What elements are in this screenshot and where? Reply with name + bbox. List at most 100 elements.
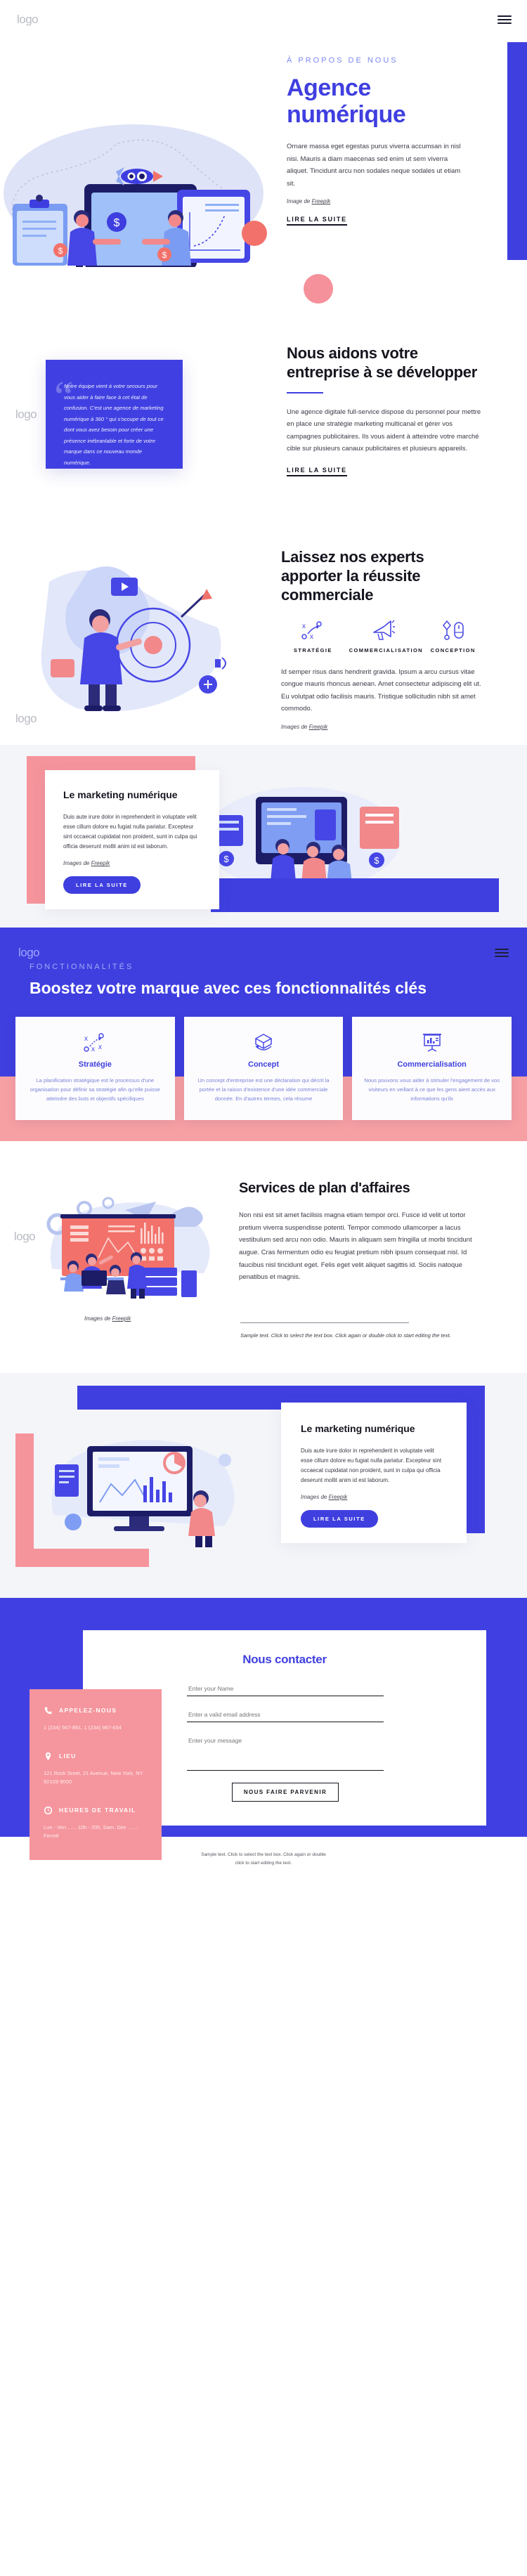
- phone-icon: [44, 1707, 52, 1715]
- quote-section: logo “ Notre équipe vient à votre secour…: [0, 309, 527, 541]
- feature-title-strategy: Stratégie: [78, 1060, 112, 1069]
- quote-card: “ Notre équipe vient à votre secours pou…: [46, 360, 183, 469]
- contact-info-phone-head: APPELEZ-NOUS: [44, 1706, 148, 1715]
- freepik-link[interactable]: Freepik: [312, 198, 331, 204]
- name-input[interactable]: [187, 1681, 384, 1696]
- location-pin-icon: [45, 1752, 51, 1761]
- freepik-link[interactable]: Freepik: [309, 724, 328, 730]
- logo[interactable]: logo: [17, 13, 39, 27]
- marketing-read-more-button-1[interactable]: LIRE LA SUITE: [63, 876, 141, 895]
- svg-text:$: $: [58, 246, 63, 256]
- freepik-link[interactable]: Freepik: [329, 1494, 348, 1500]
- marketing-body-2: Duis aute irure dolor in reprehenderit i…: [301, 1448, 442, 1484]
- services-copy: Services de plan d'affaires Non nisi est…: [239, 1180, 485, 1284]
- contact-section: Nous contacter NOUS FAIRE PARVENIR APPEL…: [0, 1597, 527, 1860]
- strategy-icon: x x x: [25, 1031, 165, 1055]
- experts-illustration: [21, 554, 253, 719]
- message-input[interactable]: [187, 1733, 384, 1771]
- divider-line: [240, 1322, 409, 1323]
- logo[interactable]: logo: [14, 1230, 36, 1244]
- pink-accent-left: [27, 756, 45, 904]
- features-head: FONCTIONNALITÉS Boostez votre marque ave…: [0, 960, 527, 998]
- services-sample-text: Sample text. Click to select the text bo…: [240, 1332, 451, 1339]
- blue-accent-right: [467, 1385, 485, 1533]
- contact-info-hours-value: Lun - Ven ...... 10h - 20h, Sam, Dim ...…: [44, 1823, 138, 1839]
- quote-read-more-button[interactable]: LIRE LA SUITE: [287, 467, 347, 476]
- strategy-icon: x x: [301, 621, 323, 641]
- marketing-section-1: $ $ Le marketing numérique Duis aute iru…: [0, 745, 527, 928]
- feature-card-marketing[interactable]: Commercialisation Nous pouvons vous aide…: [352, 1016, 512, 1120]
- logo[interactable]: logo: [15, 712, 37, 726]
- freepik-link[interactable]: Freepik: [112, 1315, 131, 1322]
- blue-accent-bar: [211, 878, 499, 912]
- feature-body-strategy: La planification stratégique est le proc…: [30, 1076, 160, 1102]
- services-illustration: [41, 1192, 230, 1304]
- feature-body-concept: Un concept d'entreprise est une déclarat…: [197, 1076, 330, 1102]
- marketing-title-1: Le marketing numérique: [63, 789, 178, 800]
- logo[interactable]: logo: [18, 946, 40, 960]
- marketing-card-1: Le marketing numérique Duis aute irure d…: [45, 770, 219, 910]
- presentation-chart-icon: [362, 1031, 502, 1055]
- svg-text:$: $: [114, 217, 120, 229]
- features-heading: Boostez votre marque avec ces fonctionna…: [30, 979, 427, 997]
- hero-illustration: $ $ $: [0, 105, 274, 267]
- feature-body-marketing: Nous pouvons vous aider à stimuler l'eng…: [364, 1076, 500, 1102]
- cube-rotate-icon: [194, 1031, 334, 1055]
- contact-info-location-title: LIEU: [59, 1752, 77, 1760]
- contact-info-hours-title: HEURES DE TRAVAIL: [59, 1807, 136, 1814]
- svg-text:x: x: [98, 1043, 102, 1051]
- hero-body: Ornare massa eget egestas purus viverra …: [287, 143, 461, 188]
- feature-title-marketing: Commercialisation: [397, 1060, 467, 1069]
- contact-info-hours: HEURES DE TRAVAIL Lun - Ven ...... 10h -…: [44, 1806, 148, 1840]
- contact-title: Nous contacter: [242, 1652, 327, 1666]
- page-title: Agence numérique: [287, 74, 406, 129]
- footer-line-2: click to start editing the text.: [235, 1860, 292, 1866]
- hero-copy: À PROPOS DE NOUS Agence numérique Ornare…: [287, 56, 462, 226]
- experts-body: Id semper risus dans hendrerit gravida. …: [281, 668, 481, 713]
- hamburger-menu-icon[interactable]: [497, 13, 512, 26]
- features-topbar: logo: [0, 946, 527, 960]
- contact-fields: NOUS FAIRE PARVENIR: [187, 1681, 384, 1802]
- design-mouse-icon: [442, 620, 464, 641]
- feature-card-concept[interactable]: Concept Un concept d'entreprise est une …: [183, 1016, 344, 1120]
- svg-text:x: x: [84, 1035, 88, 1043]
- marketing-card-2: Le marketing numérique Duis aute irure d…: [281, 1402, 467, 1544]
- services-heading: Services de plan d'affaires: [239, 1180, 410, 1196]
- marketing-credit-prefix-2: Images de: [301, 1494, 329, 1501]
- svg-text:$: $: [162, 250, 167, 260]
- feature-card-strategy[interactable]: x x x Stratégie La planification stratég…: [15, 1016, 175, 1120]
- services-image-credit: Images de Freepik: [84, 1315, 131, 1322]
- experts-item-marketing[interactable]: COMMERCIALISATION: [349, 620, 423, 654]
- experts-icon-row: x x STRATÉGIE COMMERCIALISATION CONCEPTI…: [281, 620, 485, 654]
- hero-blue-accent-bar: [507, 42, 527, 260]
- experts-label-design: CONCEPTION: [430, 647, 476, 654]
- experts-credit-prefix: Images de: [281, 723, 309, 730]
- email-input[interactable]: [187, 1707, 384, 1722]
- submit-button[interactable]: NOUS FAIRE PARVENIR: [231, 1782, 339, 1802]
- hero-section: logo $ $ $ À PROPOS DE NOUS Agence numér…: [0, 0, 527, 309]
- hero-credit-prefix: Image de: [287, 198, 312, 205]
- features-cards: x x x Stratégie La planification stratég…: [0, 998, 527, 1120]
- contact-info-location-head: LIEU: [44, 1752, 148, 1761]
- hero-read-more-button[interactable]: LIRE LA SUITE: [287, 216, 347, 226]
- experts-label-marketing: COMMERCIALISATION: [349, 647, 423, 654]
- marketing-title-2: Le marketing numérique: [301, 1422, 415, 1434]
- contact-info-hours-head: HEURES DE TRAVAIL: [44, 1806, 148, 1815]
- contact-info-location: LIEU 121 Rock Sreet, 21 Avenue, New York…: [44, 1752, 148, 1786]
- contact-info-location-value: 121 Rock Sreet, 21 Avenue, New York, NY …: [44, 1769, 143, 1785]
- marketing-credit-1: Images de Freepik: [63, 860, 201, 866]
- experts-copy: Laissez nos experts apporter la réussite…: [281, 548, 485, 730]
- marketing-credit-2: Images de Freepik: [301, 1494, 447, 1500]
- hero-pink-circle-decoration: [304, 274, 333, 304]
- freepik-link[interactable]: Freepik: [91, 860, 110, 866]
- experts-item-design[interactable]: CONCEPTION: [421, 620, 485, 654]
- contact-info-phone-title: APPELEZ-NOUS: [59, 1707, 117, 1715]
- logo[interactable]: logo: [15, 408, 37, 422]
- hamburger-menu-icon[interactable]: [495, 947, 509, 959]
- marketing-illustration-2: [41, 1424, 252, 1554]
- svg-text:$: $: [374, 855, 379, 866]
- experts-item-strategy[interactable]: x x STRATÉGIE: [281, 620, 345, 654]
- quote-body: Une agence digitale full-service dispose…: [287, 408, 481, 453]
- marketing-read-more-button-2[interactable]: LIRE LA SUITE: [301, 1510, 378, 1528]
- services-sample-block: Sample text. Click to select the text bo…: [240, 1322, 472, 1341]
